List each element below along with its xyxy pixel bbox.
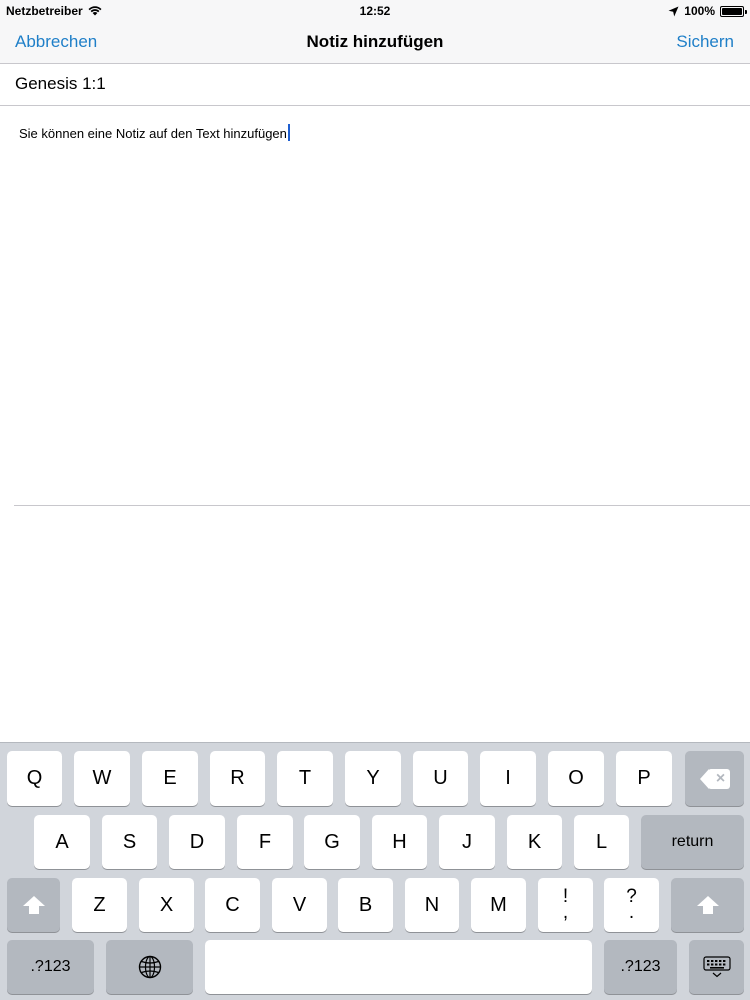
globe-icon (138, 955, 161, 979)
key-t[interactable]: T (277, 751, 333, 806)
key-h[interactable]: H (372, 815, 427, 869)
key-g[interactable]: G (304, 815, 360, 869)
battery-percent: 100% (684, 4, 715, 18)
key-c[interactable]: C (205, 878, 260, 932)
key-l[interactable]: L (574, 815, 629, 869)
key-a[interactable]: A (34, 815, 90, 869)
note-text: Sie können eine Notiz auf den Text hinzu… (19, 126, 287, 141)
keyboard-hide-icon (702, 956, 731, 978)
note-text-wrapper: Sie können eine Notiz auf den Text hinzu… (19, 124, 290, 141)
key-p[interactable]: P (616, 751, 672, 806)
status-bar: Netzbetreiber 12:52 100% (0, 0, 750, 22)
key-q[interactable]: Q (7, 751, 62, 806)
key-question-period[interactable]: ?. (604, 878, 659, 932)
key-o[interactable]: O (548, 751, 604, 806)
nav-bar: Abbrechen Notiz hinzufügen Sichern (0, 22, 750, 64)
numbers-key-left[interactable]: .?123 (7, 940, 94, 994)
keyboard: Q W E R T Y U I O P × A S D F G H J K L … (0, 742, 750, 1000)
key-x[interactable]: X (139, 878, 194, 932)
key-s[interactable]: S (102, 815, 157, 869)
key-y[interactable]: Y (345, 751, 401, 806)
key-i[interactable]: I (480, 751, 536, 806)
key-f[interactable]: F (237, 815, 293, 869)
key-j[interactable]: J (439, 815, 495, 869)
key-r[interactable]: R (210, 751, 265, 806)
key-m[interactable]: M (471, 878, 526, 932)
key-z[interactable]: Z (72, 878, 127, 932)
backspace-icon: × (699, 768, 730, 789)
note-textarea[interactable]: Sie können eine Notiz auf den Text hinzu… (14, 106, 750, 506)
key-e[interactable]: E (142, 751, 198, 806)
status-time: 12:52 (359, 4, 391, 18)
key-period-label: . (628, 902, 635, 923)
key-u[interactable]: U (413, 751, 468, 806)
key-b[interactable]: B (338, 878, 393, 932)
key-d[interactable]: D (169, 815, 225, 869)
shift-icon (22, 896, 45, 914)
key-comma-label: , (562, 902, 569, 923)
shift-icon (696, 896, 719, 914)
shift-key-left[interactable] (7, 878, 60, 932)
key-w[interactable]: W (74, 751, 130, 806)
backspace-key[interactable]: × (685, 751, 744, 806)
key-k[interactable]: K (507, 815, 562, 869)
battery-icon (720, 5, 747, 17)
reference-field[interactable]: Genesis 1:1 (0, 64, 750, 106)
text-caret (287, 124, 290, 141)
numbers-key-right[interactable]: .?123 (604, 940, 677, 994)
location-arrow-icon (668, 6, 679, 16)
save-button[interactable]: Sichern (676, 32, 734, 52)
hide-keyboard-key[interactable] (689, 940, 744, 994)
shift-key-right[interactable] (671, 878, 744, 932)
key-n[interactable]: N (405, 878, 459, 932)
space-key[interactable] (205, 940, 592, 994)
globe-key[interactable] (106, 940, 193, 994)
page-title: Notiz hinzufügen (306, 32, 444, 51)
key-v[interactable]: V (272, 878, 327, 932)
key-exclamation-comma[interactable]: !, (538, 878, 593, 932)
battery-fill (722, 7, 742, 15)
return-key[interactable]: return (641, 815, 744, 869)
status-right: 100% (668, 4, 747, 18)
reference-text: Genesis 1:1 (15, 74, 106, 93)
